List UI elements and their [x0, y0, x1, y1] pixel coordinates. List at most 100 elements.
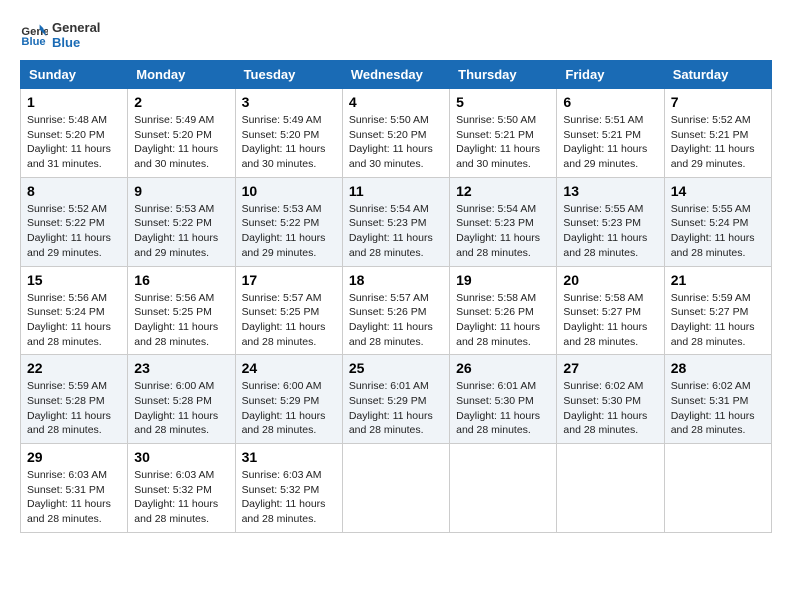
calendar-cell: 9 Sunrise: 5:53 AMSunset: 5:22 PMDaylight… — [128, 177, 235, 266]
calendar-cell: 25 Sunrise: 6:01 AMSunset: 5:29 PMDayligh… — [342, 355, 449, 444]
calendar-cell: 4Sunrise: 5:50 AMSunset: 5:20 PMDaylight… — [342, 89, 449, 178]
day-info: Sunrise: 6:03 AMSunset: 5:32 PMDaylight:… — [134, 468, 228, 527]
header-friday: Friday — [557, 61, 664, 89]
page-header: General Blue General Blue — [20, 20, 772, 50]
day-info: Sunrise: 6:00 AMSunset: 5:29 PMDaylight:… — [242, 379, 336, 438]
day-info: Sunrise: 5:54 AMSunset: 5:23 PMDaylight:… — [349, 202, 443, 261]
calendar-cell: 8 Sunrise: 5:52 AMSunset: 5:22 PMDaylight… — [21, 177, 128, 266]
calendar-week-2: 8 Sunrise: 5:52 AMSunset: 5:22 PMDaylight… — [21, 177, 772, 266]
calendar-cell: 7 Sunrise: 5:52 AMSunset: 5:21 PMDaylight… — [664, 89, 771, 178]
calendar-cell: 12 Sunrise: 5:54 AMSunset: 5:23 PMDayligh… — [450, 177, 557, 266]
logo-line1: General — [52, 20, 100, 35]
day-info: Sunrise: 5:53 AMSunset: 5:22 PMDaylight:… — [134, 202, 228, 261]
day-info: Sunrise: 5:49 AMSunset: 5:20 PMDaylight:… — [242, 113, 336, 172]
day-number: 28 — [671, 360, 765, 376]
calendar-week-1: 1 Sunrise: 5:48 AMSunset: 5:20 PMDaylight… — [21, 89, 772, 178]
day-info: Sunrise: 5:53 AMSunset: 5:22 PMDaylight:… — [242, 202, 336, 261]
logo: General Blue General Blue — [20, 20, 100, 50]
day-number: 7 — [671, 94, 765, 110]
day-number: 8 — [27, 183, 121, 199]
calendar-week-4: 22 Sunrise: 5:59 AMSunset: 5:28 PMDayligh… — [21, 355, 772, 444]
logo-line2: Blue — [52, 35, 100, 50]
day-number: 5 — [456, 94, 550, 110]
calendar-cell: 29Sunrise: 6:03 AMSunset: 5:31 PMDayligh… — [21, 444, 128, 533]
day-info: Sunrise: 6:02 AMSunset: 5:31 PMDaylight:… — [671, 379, 765, 438]
day-info: Sunrise: 6:02 AMSunset: 5:30 PMDaylight:… — [563, 379, 657, 438]
day-number: 16 — [134, 272, 228, 288]
day-number: 15 — [27, 272, 121, 288]
logo-icon: General Blue — [20, 21, 48, 49]
header-thursday: Thursday — [450, 61, 557, 89]
calendar-cell: 17Sunrise: 5:57 AMSunset: 5:25 PMDayligh… — [235, 266, 342, 355]
calendar-week-3: 15 Sunrise: 5:56 AMSunset: 5:24 PMDayligh… — [21, 266, 772, 355]
day-number: 14 — [671, 183, 765, 199]
day-number: 12 — [456, 183, 550, 199]
day-number: 1 — [27, 94, 121, 110]
svg-text:Blue: Blue — [21, 36, 45, 48]
day-number: 20 — [563, 272, 657, 288]
calendar-cell: 21Sunrise: 5:59 AMSunset: 5:27 PMDayligh… — [664, 266, 771, 355]
calendar-header-row: SundayMondayTuesdayWednesdayThursdayFrid… — [21, 61, 772, 89]
calendar-cell: 26 Sunrise: 6:01 AMSunset: 5:30 PMDayligh… — [450, 355, 557, 444]
day-number: 9 — [134, 183, 228, 199]
day-info: Sunrise: 6:03 AMSunset: 5:31 PMDaylight:… — [27, 468, 121, 527]
calendar-cell: 30 Sunrise: 6:03 AMSunset: 5:32 PMDayligh… — [128, 444, 235, 533]
day-info: Sunrise: 5:55 AMSunset: 5:23 PMDaylight:… — [563, 202, 657, 261]
day-number: 21 — [671, 272, 765, 288]
day-number: 30 — [134, 449, 228, 465]
day-number: 24 — [242, 360, 336, 376]
calendar-cell: 10 Sunrise: 5:53 AMSunset: 5:22 PMDayligh… — [235, 177, 342, 266]
calendar-cell: 3Sunrise: 5:49 AMSunset: 5:20 PMDaylight… — [235, 89, 342, 178]
header-sunday: Sunday — [21, 61, 128, 89]
day-number: 13 — [563, 183, 657, 199]
header-wednesday: Wednesday — [342, 61, 449, 89]
day-number: 26 — [456, 360, 550, 376]
day-info: Sunrise: 6:00 AMSunset: 5:28 PMDaylight:… — [134, 379, 228, 438]
day-number: 19 — [456, 272, 550, 288]
day-info: Sunrise: 6:01 AMSunset: 5:30 PMDaylight:… — [456, 379, 550, 438]
header-monday: Monday — [128, 61, 235, 89]
calendar-cell: 13 Sunrise: 5:55 AMSunset: 5:23 PMDayligh… — [557, 177, 664, 266]
calendar-cell: 22 Sunrise: 5:59 AMSunset: 5:28 PMDayligh… — [21, 355, 128, 444]
calendar-cell — [557, 444, 664, 533]
day-info: Sunrise: 5:52 AMSunset: 5:22 PMDaylight:… — [27, 202, 121, 261]
day-number: 11 — [349, 183, 443, 199]
calendar-cell: 14 Sunrise: 5:55 AMSunset: 5:24 PMDayligh… — [664, 177, 771, 266]
calendar-cell: 27 Sunrise: 6:02 AMSunset: 5:30 PMDayligh… — [557, 355, 664, 444]
calendar-cell: 16Sunrise: 5:56 AMSunset: 5:25 PMDayligh… — [128, 266, 235, 355]
day-info: Sunrise: 5:50 AMSunset: 5:21 PMDaylight:… — [456, 113, 550, 172]
day-info: Sunrise: 5:59 AMSunset: 5:28 PMDaylight:… — [27, 379, 121, 438]
calendar-cell: 15 Sunrise: 5:56 AMSunset: 5:24 PMDayligh… — [21, 266, 128, 355]
day-info: Sunrise: 5:56 AMSunset: 5:24 PMDaylight:… — [27, 291, 121, 350]
day-number: 10 — [242, 183, 336, 199]
day-info: Sunrise: 5:55 AMSunset: 5:24 PMDaylight:… — [671, 202, 765, 261]
calendar-week-5: 29Sunrise: 6:03 AMSunset: 5:31 PMDayligh… — [21, 444, 772, 533]
calendar-cell: 20Sunrise: 5:58 AMSunset: 5:27 PMDayligh… — [557, 266, 664, 355]
day-number: 17 — [242, 272, 336, 288]
calendar-cell: 19Sunrise: 5:58 AMSunset: 5:26 PMDayligh… — [450, 266, 557, 355]
day-number: 27 — [563, 360, 657, 376]
day-number: 2 — [134, 94, 228, 110]
calendar-cell: 28 Sunrise: 6:02 AMSunset: 5:31 PMDayligh… — [664, 355, 771, 444]
day-number: 18 — [349, 272, 443, 288]
calendar-table: SundayMondayTuesdayWednesdayThursdayFrid… — [20, 60, 772, 533]
header-saturday: Saturday — [664, 61, 771, 89]
calendar-cell: 11 Sunrise: 5:54 AMSunset: 5:23 PMDayligh… — [342, 177, 449, 266]
day-info: Sunrise: 5:51 AMSunset: 5:21 PMDaylight:… — [563, 113, 657, 172]
calendar-cell: 2Sunrise: 5:49 AMSunset: 5:20 PMDaylight… — [128, 89, 235, 178]
day-number: 4 — [349, 94, 443, 110]
calendar-cell — [450, 444, 557, 533]
day-info: Sunrise: 5:48 AMSunset: 5:20 PMDaylight:… — [27, 113, 121, 172]
day-info: Sunrise: 6:01 AMSunset: 5:29 PMDaylight:… — [349, 379, 443, 438]
header-tuesday: Tuesday — [235, 61, 342, 89]
day-info: Sunrise: 5:57 AMSunset: 5:26 PMDaylight:… — [349, 291, 443, 350]
calendar-cell: 5 Sunrise: 5:50 AMSunset: 5:21 PMDaylight… — [450, 89, 557, 178]
day-number: 6 — [563, 94, 657, 110]
calendar-cell: 1 Sunrise: 5:48 AMSunset: 5:20 PMDaylight… — [21, 89, 128, 178]
day-info: Sunrise: 5:54 AMSunset: 5:23 PMDaylight:… — [456, 202, 550, 261]
calendar-cell: 31Sunrise: 6:03 AMSunset: 5:32 PMDayligh… — [235, 444, 342, 533]
day-number: 25 — [349, 360, 443, 376]
calendar-cell — [342, 444, 449, 533]
day-info: Sunrise: 5:52 AMSunset: 5:21 PMDaylight:… — [671, 113, 765, 172]
day-number: 22 — [27, 360, 121, 376]
